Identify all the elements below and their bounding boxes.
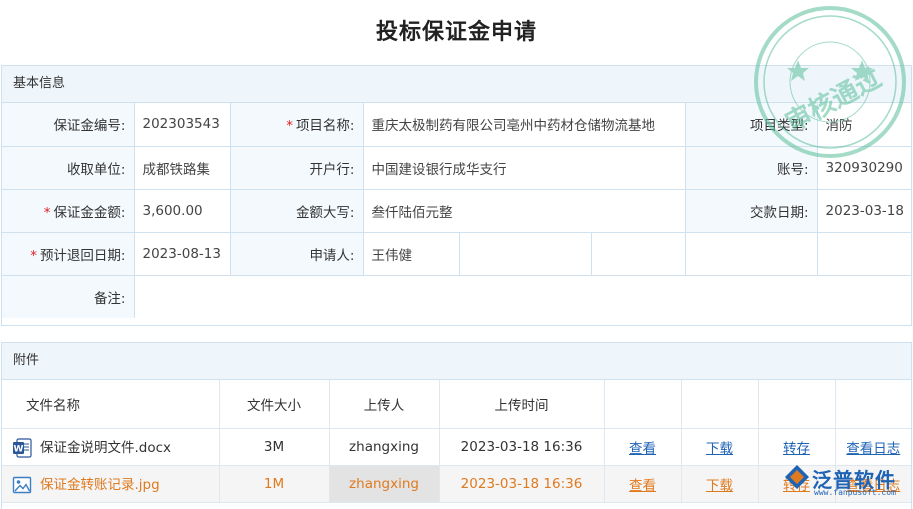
return-date-value: 2023-08-13	[133, 231, 231, 276]
download-cell: 下载	[680, 427, 759, 466]
col-header-size: 文件大小	[218, 380, 330, 429]
project-type-label: 项目类型:	[684, 103, 818, 147]
file-uploader: zhangxing	[328, 464, 440, 503]
required-mark: *	[30, 247, 37, 264]
svg-text:W: W	[14, 444, 24, 454]
file-name-cell: W 保证金说明文件.docx	[2, 427, 220, 466]
table-header-row: 文件名称 文件大小 上传人 上传时间	[2, 380, 911, 429]
table-row: W 保证金说明文件.docx 3M zhangxing 2023-03-18 1…	[2, 427, 911, 466]
log-cell: 查看日志	[834, 427, 911, 466]
view-cell: 查看	[603, 427, 682, 466]
basic-info-table: 保证金编号: 202303543 * 项目名称: 重庆太极制药有限公司亳州中药材仓…	[2, 103, 912, 318]
col-header-empty	[757, 380, 836, 429]
amount-cn-label: 金额大写:	[229, 188, 364, 233]
transfer-link[interactable]: 转存	[783, 441, 810, 457]
col-header-uploader: 上传人	[328, 380, 440, 429]
basic-info-header: 基本信息	[2, 66, 911, 103]
col-header-time: 上传时间	[438, 380, 605, 429]
page-title: 投标保证金申请	[375, 20, 537, 45]
empty-cell	[590, 231, 686, 276]
pay-date-value: 2023-03-18	[816, 188, 912, 233]
file-size: 1M	[218, 464, 330, 503]
download-link[interactable]: 下载	[706, 441, 733, 457]
project-name-value: 重庆太极制药有限公司亳州中药材仓储物流基地	[362, 103, 686, 147]
download-cell: 下载	[680, 464, 759, 503]
file-name-cell: 保证金转账记录.jpg	[2, 464, 220, 503]
file-upload-time: 2023-03-18 16:36	[438, 427, 605, 466]
empty-cell	[458, 231, 592, 276]
payee-label: 收取单位:	[2, 145, 135, 190]
view-cell: 查看	[603, 464, 682, 503]
col-header-empty	[680, 380, 759, 429]
col-header-empty	[603, 380, 682, 429]
payee-value: 成都铁路集	[133, 145, 231, 190]
attachments-table: 文件名称 文件大小 上传人 上传时间 W 保证金说明文件.docx 3M zha…	[2, 380, 911, 503]
account-value: 320930290	[816, 145, 912, 190]
account-label: 账号:	[684, 145, 818, 190]
file-upload-time: 2023-03-18 16:36	[438, 464, 605, 503]
pay-date-label: 交款日期:	[684, 188, 818, 233]
view-log-link[interactable]: 查看日志	[846, 441, 900, 457]
brand-logo: 泛普软件 www.fanpusoft.com	[784, 462, 909, 502]
word-doc-icon: W	[12, 437, 32, 458]
basic-info-panel: 基本信息 保证金编号: 202303543 * 项目名称: 重庆太极制药有限公司亳…	[1, 65, 912, 326]
required-mark: *	[43, 204, 51, 221]
table-row: 保证金转账记录.jpg 1M zhangxing 2023-03-18 16:3…	[2, 464, 911, 503]
amount-value: 3,600.00	[133, 188, 231, 233]
image-file-icon	[12, 475, 32, 495]
transfer-cell: 转存	[757, 427, 836, 466]
col-header-empty	[834, 380, 911, 429]
remark-value	[133, 274, 912, 318]
empty-cell	[684, 231, 818, 276]
attachments-header: 附件	[2, 343, 911, 380]
file-name: 保证金说明文件.docx	[40, 439, 172, 456]
project-type-value: 消防	[816, 103, 912, 147]
file-size: 3M	[218, 427, 330, 466]
empty-cell	[816, 231, 912, 276]
view-link[interactable]: 查看	[629, 441, 656, 457]
return-date-label: * 预计退回日期:	[2, 231, 135, 276]
brand-logo-icon	[785, 465, 809, 489]
view-link[interactable]: 查看	[629, 478, 656, 494]
deposit-no-label: 保证金编号:	[2, 103, 135, 147]
bank-label: 开户行:	[229, 145, 364, 190]
brand-logo-url: www.fanpusoft.com	[814, 488, 896, 497]
attachments-panel: 附件 文件名称 文件大小 上传人 上传时间 W 保证金说明文件.docx 3M …	[1, 342, 912, 509]
amount-cn-value: 叁仟陆佰元整	[362, 188, 686, 233]
applicant-value: 王伟健	[362, 231, 460, 276]
file-name: 保证金转账记录.jpg	[40, 476, 160, 493]
required-mark: *	[286, 118, 293, 135]
bank-value: 中国建设银行成华支行	[362, 145, 686, 190]
col-header-name: 文件名称	[2, 380, 220, 429]
deposit-no-value: 202303543	[133, 103, 231, 147]
project-name-label: * 项目名称:	[229, 103, 364, 147]
file-uploader: zhangxing	[328, 427, 440, 466]
applicant-label: 申请人:	[229, 231, 364, 276]
amount-label: * 保证金金额:	[2, 188, 135, 233]
remark-label: 备注:	[2, 274, 135, 318]
download-link[interactable]: 下载	[706, 478, 733, 494]
